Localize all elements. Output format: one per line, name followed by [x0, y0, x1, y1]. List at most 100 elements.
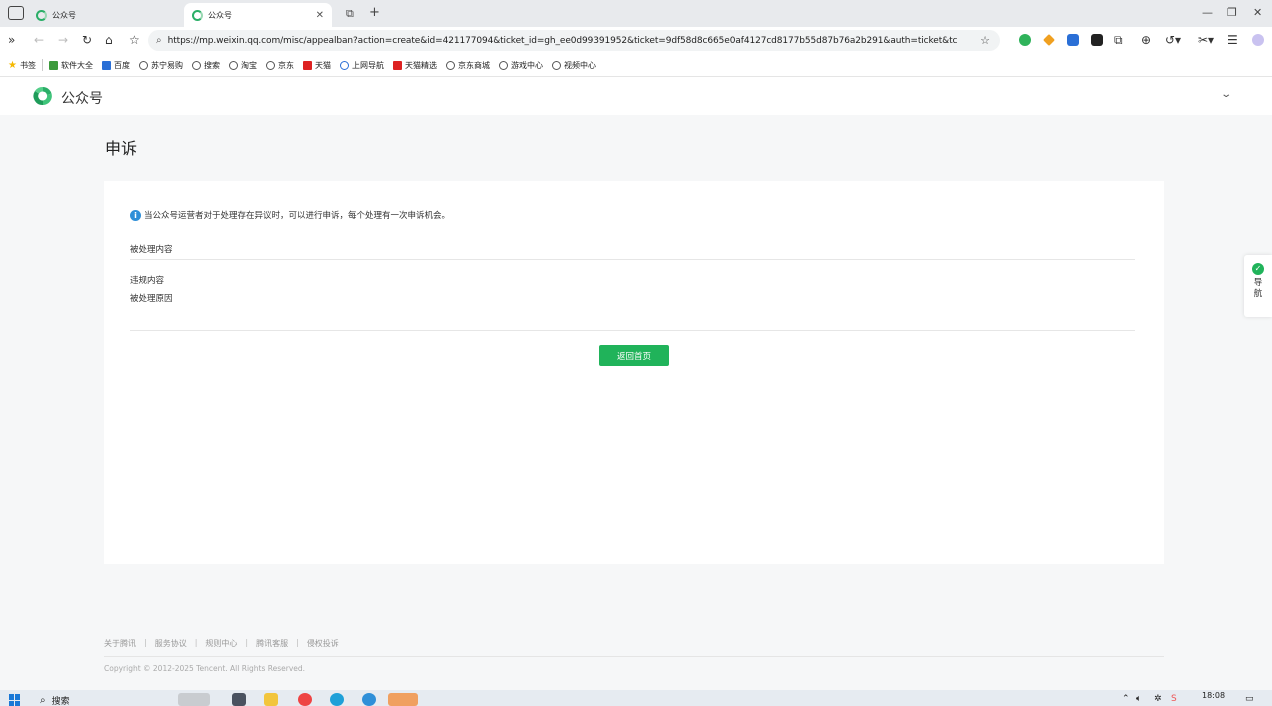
violation-content-label: 违规内容 — [130, 276, 165, 286]
url-text[interactable]: https://mp.weixin.qq.com/misc/appealban?… — [168, 36, 963, 46]
download-icon[interactable]: ⊕ — [1141, 33, 1151, 47]
footer-link[interactable]: 服务协议 — [155, 638, 187, 649]
appeal-card: i 当公众号运营者对于处理存在异议时，可以进行申诉，每个处理有一次申诉机会。 被… — [104, 181, 1164, 564]
globe-icon — [138, 60, 148, 70]
bookmarks-bar: ★ 书签 软件大全 百度 苏宁易购 搜索 淘宝 京东 天猫 上网导航 天猫精选 京… — [0, 54, 1272, 77]
browser-tab-inactive[interactable]: 公众号 — [28, 3, 180, 27]
favorite-star-icon[interactable]: ☆ — [980, 34, 990, 47]
profile-avatar-icon[interactable] — [1252, 34, 1264, 46]
bookmark-item[interactable]: 软件大全 — [48, 60, 93, 71]
bookmark-item[interactable]: ★ 书签 — [8, 60, 36, 71]
wechat-app-icon[interactable] — [388, 693, 418, 706]
browser-app-icon[interactable] — [362, 693, 376, 706]
file-explorer-icon[interactable] — [264, 693, 278, 706]
volume-icon[interactable]: 🔈︎ — [1136, 694, 1141, 704]
footer-divider — [104, 656, 1164, 657]
tray-chevron-icon[interactable]: ⌃ — [1122, 694, 1130, 704]
globe-icon — [228, 60, 238, 70]
side-nav-widget[interactable]: ✓ 导航 — [1244, 255, 1272, 317]
section-label: 被处理内容 — [130, 245, 173, 255]
os-taskbar: ⌕ 搜索 ⌃ 🔈︎ ✲ S 18:08 ▭ — [0, 690, 1272, 706]
back-home-button[interactable]: 返回首页 — [599, 345, 669, 366]
bookmark-item[interactable]: 上网导航 — [339, 60, 384, 71]
wechat-favicon-icon — [36, 9, 47, 21]
close-window-button[interactable]: ✕ — [1253, 6, 1262, 19]
star-icon: ★ — [8, 59, 17, 71]
info-icon: i — [130, 209, 141, 221]
bookmark-item[interactable]: 京东商城 — [445, 60, 490, 71]
chevron-down-icon[interactable]: ⌄ — [1220, 89, 1232, 100]
forward-arrow-icon[interactable]: → — [58, 33, 68, 47]
notification-icon[interactable]: ▭ — [1245, 694, 1254, 704]
search-icon: ⌕ — [156, 35, 162, 46]
bookmark-item[interactable]: 搜索 — [191, 60, 220, 71]
taskbar-search[interactable]: ⌕ 搜索 — [40, 694, 70, 706]
section-divider — [130, 259, 1135, 260]
globe-icon — [191, 60, 201, 70]
site-title[interactable]: 公众号 — [61, 88, 103, 108]
new-tab-button[interactable]: + — [369, 5, 380, 20]
extension-dark-icon[interactable] — [1091, 34, 1103, 46]
tab-actions-icon[interactable] — [8, 6, 24, 20]
browser-tab-active[interactable]: 公众号 ✕ — [184, 3, 332, 27]
tmall-icon — [392, 60, 402, 70]
edge-icon[interactable] — [330, 693, 344, 706]
bookmark-item[interactable]: 视频中心 — [551, 60, 596, 71]
address-bar[interactable]: ⌕ https://mp.weixin.qq.com/misc/appealba… — [148, 30, 1000, 51]
check-icon: ✓ — [1252, 263, 1264, 275]
tab-list-icon[interactable]: ⧉ — [346, 7, 354, 21]
bookmark-item[interactable]: 百度 — [101, 60, 130, 71]
zebra-widget-icon[interactable] — [178, 693, 210, 706]
screenshot-tool-icon[interactable]: ✂▾ — [1198, 33, 1214, 47]
sidebar-toggle-icon[interactable]: » — [8, 33, 15, 47]
footer-link[interactable]: 关于腾讯 — [104, 638, 136, 649]
globe-icon — [551, 60, 561, 70]
browser-tab-strip: 公众号 公众号 ✕ ⧉ + — ❐ ✕ — [0, 0, 1272, 27]
tab-title: 公众号 — [208, 10, 232, 20]
bookmark-item[interactable]: 淘宝 — [228, 60, 257, 71]
form-divider — [130, 330, 1135, 331]
bookmark-item[interactable]: 游戏中心 — [498, 60, 543, 71]
globe-icon — [445, 60, 455, 70]
menu-icon[interactable]: ☰ — [1227, 33, 1238, 47]
page-title: 申诉 — [105, 139, 138, 158]
history-icon[interactable]: ↺▾ — [1165, 33, 1181, 47]
bookmark-item[interactable]: 天猫 — [302, 60, 331, 71]
bookmark-item[interactable]: 苏宁易购 — [138, 60, 183, 71]
task-view-icon[interactable] — [232, 693, 246, 706]
extensions-puzzle-icon[interactable]: ⧉ — [1114, 33, 1123, 48]
chrome-icon[interactable] — [298, 693, 312, 706]
extension-sparkle-icon[interactable] — [1043, 34, 1055, 46]
globe-icon — [265, 60, 275, 70]
tab-close-icon[interactable]: ✕ — [316, 10, 324, 21]
windows-start-icon[interactable] — [9, 694, 21, 706]
ime-icon[interactable]: S — [1171, 694, 1177, 704]
q-icon — [339, 60, 349, 70]
bookmark-divider — [41, 59, 43, 71]
footer-link[interactable]: 侵权投诉 — [307, 638, 339, 649]
translate-extension-icon[interactable] — [1067, 34, 1079, 46]
footer-link[interactable]: 规则中心 — [205, 638, 237, 649]
download-icon — [48, 60, 58, 70]
network-icon[interactable]: ✲ — [1154, 694, 1162, 704]
minimize-button[interactable]: — — [1202, 6, 1213, 19]
baidu-icon — [101, 60, 111, 70]
home-icon[interactable]: ⌂ — [105, 33, 113, 47]
search-icon: ⌕ — [40, 695, 46, 706]
bookmark-star-icon[interactable]: ☆ — [129, 33, 140, 47]
browser-toolbar: » ← → ↻ ⌂ ☆ ⌕ https://mp.weixin.qq.com/m… — [0, 27, 1272, 54]
bookmark-item[interactable]: 天猫精选 — [392, 60, 437, 71]
back-arrow-icon[interactable]: ← — [34, 33, 44, 47]
footer-link[interactable]: 腾讯客服 — [256, 638, 288, 649]
wechat-favicon-icon — [192, 9, 203, 21]
bookmark-item[interactable]: 京东 — [265, 60, 294, 71]
taskbar-clock[interactable]: 18:08 — [1202, 691, 1225, 700]
restore-button[interactable]: ❐ — [1227, 6, 1237, 19]
globe-icon — [498, 60, 508, 70]
page-body: 申诉 i 当公众号运营者对于处理存在异议时，可以进行申诉，每个处理有一次申诉机会… — [0, 115, 1272, 690]
tmall-icon — [302, 60, 312, 70]
extension-check-icon[interactable] — [1019, 34, 1031, 46]
info-tip: i 当公众号运营者对于处理存在异议时，可以进行申诉，每个处理有一次申诉机会。 — [130, 209, 450, 221]
wechat-mp-logo-icon[interactable] — [32, 85, 54, 107]
reload-icon[interactable]: ↻ — [82, 33, 92, 47]
